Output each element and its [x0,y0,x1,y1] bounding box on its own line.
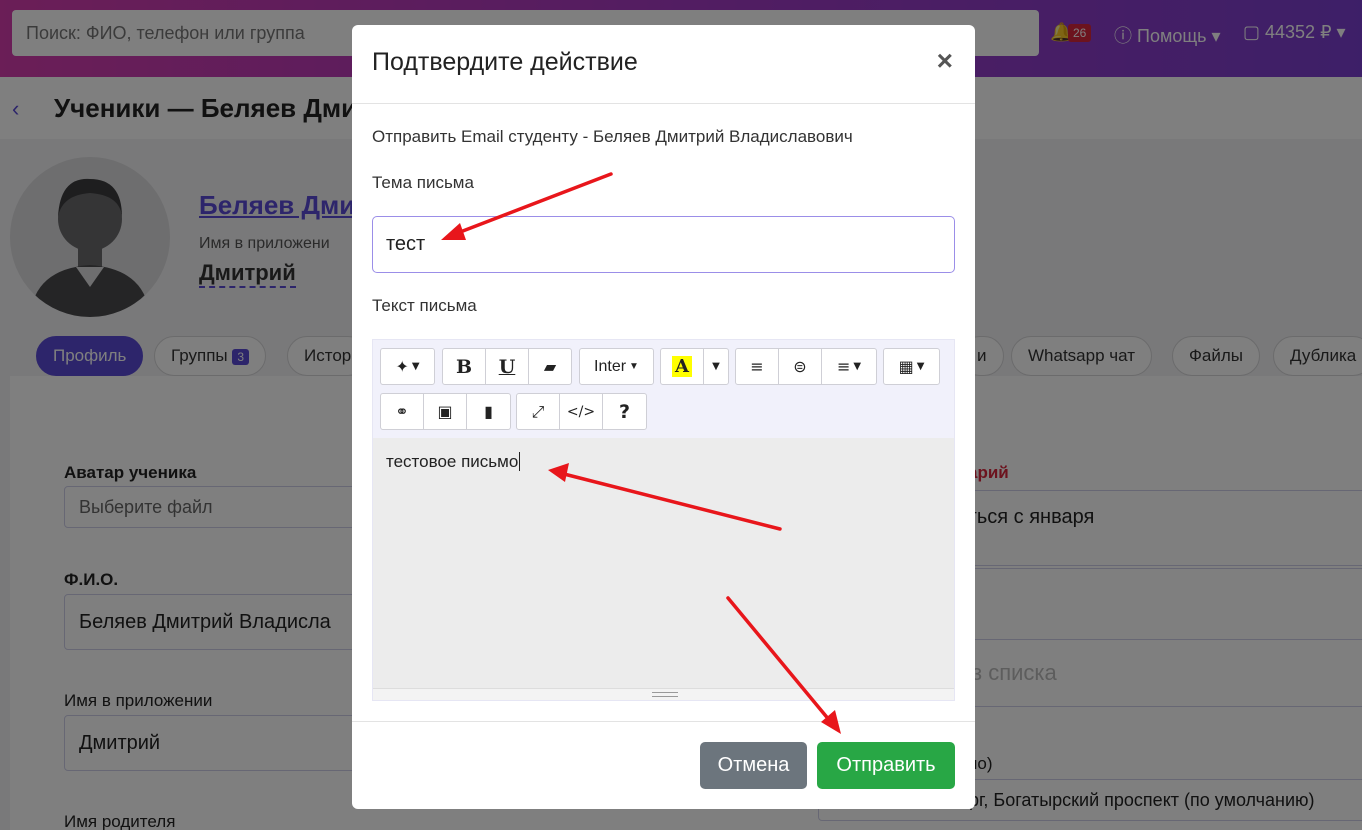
video-icon[interactable]: ▮ [467,394,510,429]
fullscreen-icon[interactable]: ⤢ [517,394,560,429]
cancel-button[interactable]: Отмена [700,742,807,789]
magic-style-button[interactable]: ✦ ▼ [380,348,435,385]
bold-button[interactable]: B [443,349,486,384]
editor-text: тестовое письмо [386,452,519,471]
chevron-down-icon: ▼ [411,361,420,372]
modal-description: Отправить Email студенту - Беляев Дмитри… [372,127,853,146]
eraser-icon[interactable]: ▰ [529,349,571,384]
subject-input[interactable] [372,216,955,273]
code-view-icon[interactable]: </> [560,394,603,429]
link-icon[interactable]: ⚭ [381,394,424,429]
bullet-list-icon[interactable]: ≡ [736,349,779,384]
body-label: Текст письма [372,296,477,315]
table-icon[interactable]: ▦ ▼ [883,348,940,385]
paragraph-group: ≡ ⊜ ≡ ▼ [735,348,877,385]
close-icon[interactable]: × [937,47,953,75]
numbered-list-icon[interactable]: ⊜ [779,349,822,384]
view-group: ⤢ </> ? [516,393,647,430]
rich-text-editor: ✦ ▼ B U ▰ Inter ▼ A ▼ ≡ ⊜ ≡ ▼ ▦ ▼ ⚭ ▣ ▮ ⤢ </… [372,339,955,701]
editor-body[interactable]: тестовое письмо [373,438,954,688]
chevron-down-icon[interactable]: ▼ [704,349,728,384]
text-color-icon[interactable]: A [661,349,704,384]
underline-button[interactable]: U [486,349,529,384]
modal-header: Подтвердите действие × [352,25,975,104]
color-group: A ▼ [660,348,729,385]
insert-group: ⚭ ▣ ▮ [380,393,511,430]
magic-wand-icon: ✦ [395,357,409,376]
confirm-email-modal: Подтвердите действие × Отправить Email с… [352,25,975,809]
chevron-down-icon: ▼ [629,361,639,372]
font-family-select[interactable]: Inter ▼ [579,348,654,385]
send-button[interactable]: Отправить [817,742,955,789]
text-format-group: B U ▰ [442,348,572,385]
align-icon[interactable]: ≡ ▼ [822,349,876,384]
modal-footer: Отмена Отправить [352,721,975,809]
editor-resize-handle[interactable] [373,688,954,700]
image-icon[interactable]: ▣ [424,394,467,429]
font-family-value: Inter [594,357,627,375]
text-cursor [519,452,521,471]
modal-title: Подтвердите действие [372,48,638,76]
subject-label: Тема письма [372,173,474,192]
help-button[interactable]: ? [603,394,646,429]
